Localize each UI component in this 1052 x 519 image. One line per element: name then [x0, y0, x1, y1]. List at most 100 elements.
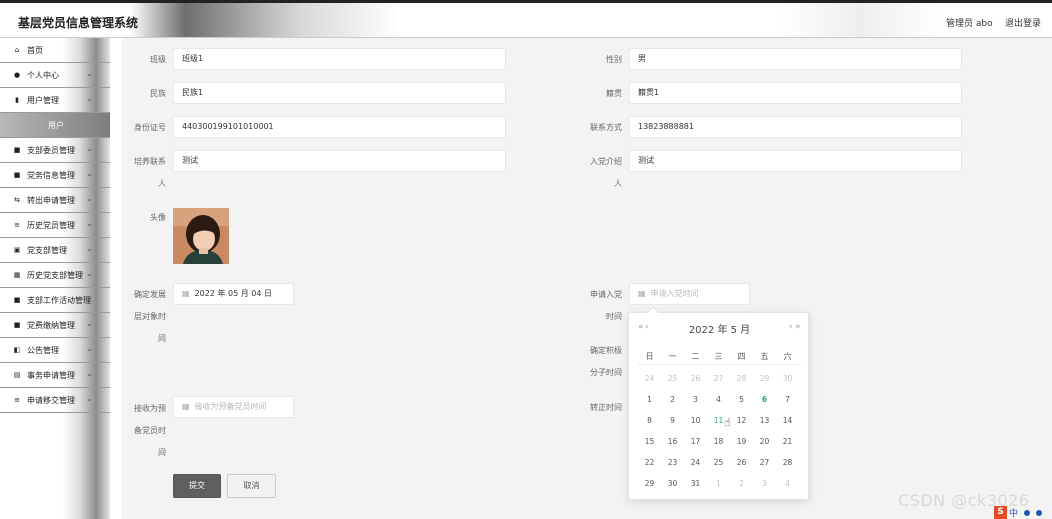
gender-input[interactable]: 男 — [629, 48, 962, 70]
sidebar-item-0[interactable]: ⌂ 首页 — [0, 38, 110, 63]
logout-link[interactable]: 退出登录 — [1005, 16, 1041, 29]
phone-input[interactable]: 13823888881 — [629, 116, 962, 138]
calendar-day[interactable]: 7 — [776, 395, 799, 404]
calendar-day[interactable]: 14 — [776, 416, 799, 425]
calendar-day[interactable]: 21 — [776, 437, 799, 446]
calendar-day[interactable]: 26 — [730, 458, 753, 467]
person-icon: ● — [13, 71, 21, 79]
sidebar-item-9[interactable]: ▦ 历史党支部管理 ⌄ — [0, 263, 110, 288]
calendar-day[interactable]: 25 — [661, 374, 684, 383]
announce-icon: ◧ — [13, 346, 21, 354]
calendar-day[interactable]: 2 — [661, 395, 684, 404]
calendar-day[interactable]: 29 — [753, 374, 776, 383]
weekday-header: 三 — [714, 352, 723, 361]
probation-time-label-2: 备党员时 — [134, 426, 166, 435]
calendar-day[interactable]: 25 — [707, 458, 730, 467]
chevron-down-icon: ⌄ — [86, 319, 93, 328]
calendar-day[interactable]: 22 — [638, 458, 661, 467]
sidebar-item-14[interactable]: ≡ 申请移交管理 ⌄ — [0, 388, 110, 413]
calendar-day[interactable]: 13 — [753, 416, 776, 425]
calendar-day[interactable]: 24 — [684, 458, 707, 467]
top-bar: 基层党员信息管理系统 管理员 abo 退出登录 — [0, 0, 1052, 38]
calendar-day[interactable]: 4 — [707, 395, 730, 404]
sidebar-item-7[interactable]: ≡ 历史党员管理 ⌄ — [0, 213, 110, 238]
trainer-input[interactable]: 测试 — [173, 150, 506, 172]
next-month-button[interactable]: › — [789, 322, 793, 332]
ime-indicator[interactable]: 中 — [1009, 506, 1018, 519]
sidebar-item-label: 个人中心 — [27, 71, 59, 80]
calendar-day[interactable]: 26 — [684, 374, 707, 383]
calendar-day[interactable]: 19 — [730, 437, 753, 446]
calendar-day[interactable]: 30 — [661, 479, 684, 488]
chevron-down-icon: ⌄ — [86, 344, 93, 353]
calendar-day[interactable]: 28 — [776, 458, 799, 467]
tray-dot-icon — [1024, 510, 1030, 516]
calendar-day[interactable]: 17 — [684, 437, 707, 446]
sidebar-item-12[interactable]: ◧ 公告管理 ⌄ — [0, 338, 110, 363]
cancel-button[interactable]: 取消 — [227, 474, 276, 498]
sidebar-item-label: 公告管理 — [27, 346, 59, 355]
chevron-down-icon: ⌄ — [86, 144, 93, 153]
calendar-day[interactable]: 4 — [776, 479, 799, 488]
calendar-day[interactable]: 9 — [661, 416, 684, 425]
calendar-day[interactable]: 18 — [707, 437, 730, 446]
introducer-input[interactable]: 测试 — [629, 150, 962, 172]
class-label: 班级 — [150, 55, 166, 64]
class-input[interactable]: 班级1 — [173, 48, 506, 70]
sidebar-item-label: 历史党支部管理 — [27, 271, 83, 280]
dev-time-label: 确定发展 — [134, 290, 166, 299]
calendar-day[interactable]: 2 — [730, 479, 753, 488]
sidebar-item-8[interactable]: ▣ 党支部管理 ⌄ — [0, 238, 110, 263]
calendar-day[interactable]: 30 — [776, 374, 799, 383]
ethnic-input[interactable]: 民族1 — [173, 82, 506, 104]
calendar-icon: ▦ — [182, 402, 190, 411]
calendar-day[interactable]: 3 — [753, 479, 776, 488]
dev-time-label-3: 间 — [158, 334, 166, 343]
dev-time-input[interactable]: ▦ 2022 年 05 月 04 日 — [173, 283, 294, 305]
calendar-day[interactable]: 24 — [638, 374, 661, 383]
sidebar-item-5[interactable]: ■ 党务信息管理 ⌄ — [0, 163, 110, 188]
calendar-day[interactable]: 16 — [661, 437, 684, 446]
next-year-button[interactable]: » — [795, 322, 801, 332]
sidebar-item-2[interactable]: ▮ 用户管理 ⌄ — [0, 88, 110, 113]
calendar-day[interactable]: 23 — [661, 458, 684, 467]
native-place-input[interactable]: 籍贯1 — [629, 82, 962, 104]
calendar-day[interactable]: 27 — [707, 374, 730, 383]
calendar-day[interactable]: 15 — [638, 437, 661, 446]
sidebar-item-10[interactable]: ■ 支部工作活动管理 ⌄ — [0, 288, 110, 313]
calendar-day[interactable]: 28 — [730, 374, 753, 383]
calendar-day[interactable]: 27 — [753, 458, 776, 467]
apply-time-input[interactable]: ▦ 申请入党时间 — [629, 283, 750, 305]
sidebar-item-3[interactable]: 用户 — [0, 113, 110, 138]
system-tray: S 中 — [994, 505, 1052, 519]
sidebar-item-13[interactable]: ▤ 事务申请管理 ⌄ — [0, 363, 110, 388]
calendar-day[interactable]: 20 — [753, 437, 776, 446]
id-number-input[interactable]: 440300199101010001 — [173, 116, 506, 138]
avatar[interactable] — [173, 208, 229, 264]
calendar-day[interactable]: 5 — [730, 395, 753, 404]
probation-time-input[interactable]: ▦ 接收为预备党员时间 — [173, 396, 294, 418]
calendar-day[interactable]: 8 — [638, 416, 661, 425]
sidebar-item-6[interactable]: ⇆ 转出申请管理 ⌄ — [0, 188, 110, 213]
sidebar-item-4[interactable]: ■ 支部委员管理 ⌄ — [0, 138, 110, 163]
home-icon: ⌂ — [14, 46, 20, 54]
calendar-day[interactable]: 1 — [638, 395, 661, 404]
current-user: 管理员 abo — [946, 19, 993, 29]
dev-time-label-2: 层对象时 — [134, 312, 166, 321]
submit-button[interactable]: 提交 — [173, 474, 221, 498]
chevron-down-icon: ⌄ — [86, 94, 93, 103]
phone-label: 联系方式 — [590, 123, 622, 132]
apply-time-label: 申请入党 — [590, 290, 622, 299]
calendar-day[interactable]: 6 — [753, 395, 776, 404]
sidebar-item-1[interactable]: ● 个人中心 ⌄ — [0, 63, 110, 88]
calendar-day[interactable]: 1 — [707, 479, 730, 488]
calendar-day[interactable]: 10 — [684, 416, 707, 425]
picker-header: 2022 年 5 月 — [688, 325, 751, 336]
calendar-day[interactable]: 3 — [684, 395, 707, 404]
calendar-day[interactable]: 29 — [638, 479, 661, 488]
calendar-day[interactable]: 12 — [730, 416, 753, 425]
list-icon: ≡ — [14, 396, 20, 404]
probation-time-label: 接收为预 — [134, 404, 166, 413]
calendar-day[interactable]: 31 — [684, 479, 707, 488]
sidebar-item-11[interactable]: ■ 党费缴纳管理 ⌄ — [0, 313, 110, 338]
